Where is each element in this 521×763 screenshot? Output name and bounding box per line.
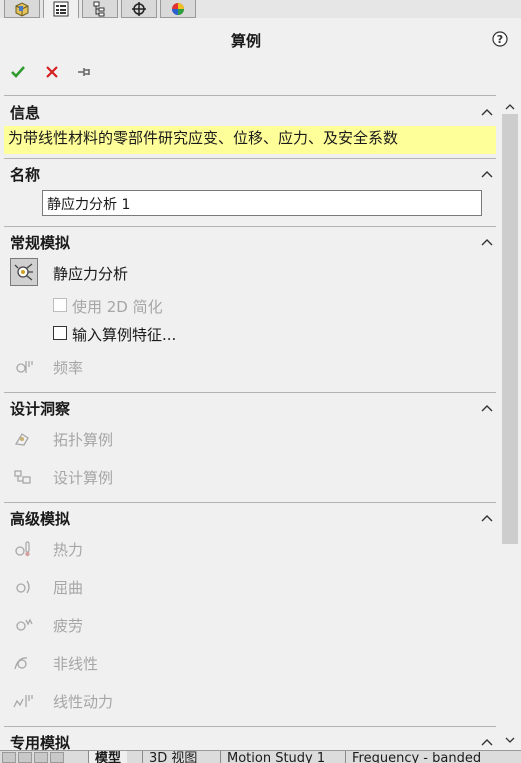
frequency-label: 频率 [53, 359, 84, 377]
tab-3d-view[interactable]: 3D 视图 [142, 751, 203, 763]
linear-dynamic-icon [13, 695, 33, 708]
chevron-up-icon[interactable] [480, 736, 494, 748]
next-tab-button[interactable] [34, 752, 48, 763]
static-study-label: 静应力分析 [53, 265, 129, 283]
linear-dynamic-label: 线性动力 [53, 693, 114, 711]
featuremanager-tab[interactable] [4, 0, 40, 18]
chevron-up-icon[interactable] [480, 106, 494, 118]
use-2d-label: 使用 2D 简化 [72, 298, 163, 316]
dimxpert-tab[interactable] [121, 0, 157, 18]
tab-frequency-study[interactable]: Frequency - banded [345, 751, 487, 763]
propertymanager-tab[interactable] [43, 0, 79, 18]
pushpin-button[interactable] [74, 62, 94, 82]
close-icon [46, 66, 58, 78]
topology-study-label: 拓扑算例 [53, 431, 114, 449]
input-features-label: 输入算例特征... [72, 326, 177, 344]
nonlinear-label: 非线性 [53, 655, 99, 673]
vertical-scrollbar[interactable] [500, 96, 521, 750]
topology-icon [14, 433, 29, 446]
displaymanager-icon [172, 2, 184, 15]
buckling-label: 屈曲 [53, 579, 84, 597]
thermal-option[interactable]: 热力 [10, 536, 490, 562]
fatigue-option[interactable]: 疲劳 [10, 612, 490, 638]
ok-button[interactable] [8, 62, 28, 82]
thermal-icon [15, 541, 30, 557]
cancel-button[interactable] [42, 62, 62, 82]
bottom-tab-bar: 模型 3D 视图 Motion Study 1 Frequency - band… [0, 750, 521, 763]
input-features-checkbox[interactable] [53, 326, 67, 340]
thermal-label: 热力 [53, 541, 84, 559]
frequency-option[interactable]: 频率 [10, 354, 490, 380]
svg-text:?: ? [497, 33, 503, 46]
pushpin-icon [78, 68, 90, 76]
last-tab-button[interactable] [50, 752, 64, 763]
name-section-header[interactable]: 名称 [10, 164, 40, 185]
design-insight-header[interactable]: 设计洞察 [10, 398, 70, 419]
configurationmanager-tab[interactable] [82, 0, 118, 18]
advanced-simulation-header[interactable]: 高级模拟 [10, 508, 70, 529]
checkmark-icon [11, 66, 25, 78]
info-section-header[interactable]: 信息 [10, 102, 40, 123]
linear-dynamic-option[interactable]: 线性动力 [10, 688, 490, 714]
help-icon[interactable]: ? [492, 31, 508, 47]
chevron-up-icon[interactable] [480, 402, 494, 414]
info-text: 为带线性材料的零部件研究应变、位移、应力、及安全系数 [4, 126, 496, 154]
chevron-up-icon[interactable] [480, 168, 494, 180]
divider [4, 95, 496, 96]
general-simulation-header[interactable]: 常规模拟 [10, 232, 70, 253]
scroll-down-icon[interactable] [502, 732, 518, 748]
tab-model[interactable]: 模型 [88, 751, 128, 763]
design-study-icon [14, 470, 31, 484]
panel-title: 算例 [230, 32, 261, 50]
study-name-input[interactable]: 静应力分析 1 [42, 190, 482, 216]
static-study-option[interactable]: 静应力分析 [10, 260, 490, 286]
nonlinear-option[interactable]: 非线性 [10, 650, 490, 676]
buckling-option[interactable]: 屈曲 [10, 574, 490, 600]
propertymanager-icon [53, 1, 69, 17]
configurationmanager-icon [93, 1, 105, 16]
displaymanager-tab[interactable] [160, 0, 196, 18]
divider [4, 726, 496, 727]
design-study-label: 设计算例 [53, 469, 114, 487]
use-2d-checkbox [53, 298, 67, 312]
manager-tabs [0, 0, 521, 18]
prev-tab-button[interactable] [18, 752, 32, 763]
divider [4, 392, 496, 393]
chevron-up-icon[interactable] [480, 512, 494, 524]
divider [4, 226, 496, 227]
chevron-up-icon[interactable] [480, 236, 494, 248]
dimxpert-icon [132, 1, 146, 16]
design-study-option[interactable]: 设计算例 [10, 464, 490, 490]
fatigue-label: 疲劳 [53, 617, 84, 635]
frequency-icon [16, 361, 33, 373]
featuremanager-icon [15, 1, 29, 17]
fatigue-icon [16, 618, 33, 631]
scrollbar-thumb[interactable] [502, 114, 518, 544]
first-tab-button[interactable] [2, 752, 16, 763]
topology-study-option[interactable]: 拓扑算例 [10, 426, 490, 452]
buckling-icon [16, 580, 30, 594]
tab-motion-study[interactable]: Motion Study 1 [220, 751, 331, 763]
divider [4, 158, 496, 159]
nonlinear-icon [14, 657, 28, 670]
scroll-up-icon[interactable] [502, 98, 518, 114]
divider [4, 502, 496, 503]
